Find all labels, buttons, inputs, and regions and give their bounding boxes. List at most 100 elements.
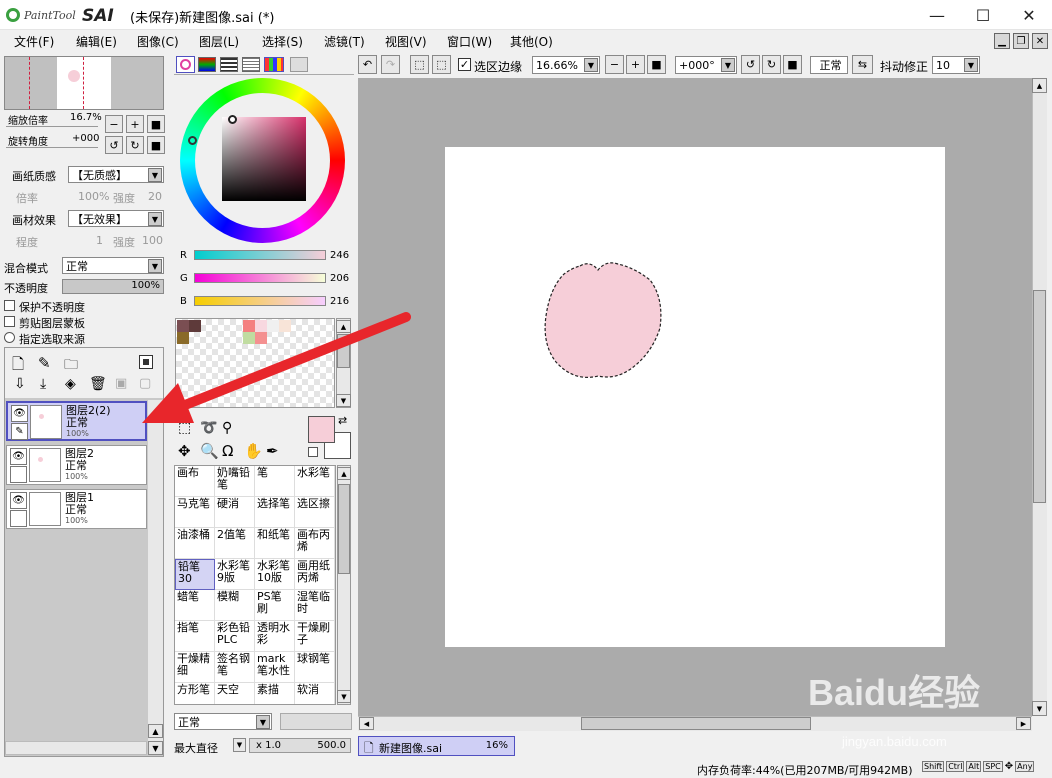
redo-icon[interactable]: ↷	[381, 55, 400, 74]
edit-toggle-icon[interactable]	[10, 510, 27, 527]
menu-filter[interactable]: 滤镜(T)	[324, 33, 365, 50]
rotate-right-icon[interactable]: ↻	[126, 136, 144, 154]
canvas-vscroll-thumb[interactable]	[1033, 290, 1046, 503]
scroll-up-icon[interactable]: ▲	[148, 724, 163, 738]
brush-mode-select[interactable]: 正常 ▼	[174, 713, 272, 730]
brush-tool[interactable]: 球钢笔	[295, 652, 335, 683]
brush-tool[interactable]: 铅笔30	[175, 559, 215, 590]
brush-tool[interactable]: 画布丙烯	[295, 528, 335, 559]
deselect-icon[interactable]: ⬚	[410, 55, 429, 74]
saturation-value-box[interactable]	[222, 117, 306, 201]
zoom-icon[interactable]: 🔍	[200, 442, 219, 460]
brush-tool[interactable]: 油漆桶	[175, 528, 215, 559]
undo-icon[interactable]: ↶	[358, 55, 377, 74]
brush-tool[interactable]: 水彩笔10版	[255, 559, 295, 590]
brush-tool[interactable]: 选区擦	[295, 497, 335, 528]
canvas-paper[interactable]	[445, 147, 945, 647]
clear-layer-icon[interactable]: ◈	[65, 376, 76, 392]
new-folder-icon[interactable]: 🗀	[64, 354, 78, 378]
layer-item[interactable]: 👁 图层1 正常 100%	[6, 489, 147, 529]
reset-colors-icon[interactable]	[308, 447, 318, 457]
stabilizer-select[interactable]: 10 ▼	[932, 56, 980, 74]
minimize-button[interactable]: —	[914, 0, 960, 30]
scratchpad-tab[interactable]	[290, 57, 308, 72]
canvas-mode-button[interactable]: 正常	[810, 56, 848, 74]
layer-item[interactable]: 👁 图层2 正常 100%	[6, 445, 147, 485]
scroll-down-icon[interactable]: ▼	[337, 690, 351, 703]
layer-item-selected[interactable]: 👁 ✎ 图层2(2) 正常 100%	[6, 401, 147, 441]
navigator-preview[interactable]	[4, 56, 164, 110]
paper-texture-select[interactable]: 【无质感】 ▼	[68, 166, 164, 183]
protect-opacity-checkbox[interactable]	[4, 300, 15, 311]
transfer-down-icon[interactable]: ⇩	[14, 376, 26, 392]
canvas-zoom-select[interactable]: 16.66% ▼	[532, 56, 600, 74]
mdi-close-icon[interactable]: ✕	[1032, 33, 1048, 49]
selection-source-radio[interactable]	[4, 332, 15, 343]
brush-tool[interactable]: 方形笔	[175, 683, 215, 704]
g-slider[interactable]	[194, 273, 326, 283]
effect-select[interactable]: 【无效果】 ▼	[68, 210, 164, 227]
selection-edge-checkbox[interactable]: ✓	[458, 58, 471, 71]
document-tab[interactable]: 🗋 新建图像.sai 16%	[358, 736, 515, 756]
mdi-minimize-icon[interactable]: ▁	[994, 33, 1010, 49]
merge-down-icon[interactable]: ⤓	[40, 376, 46, 392]
new-vector-layer-icon[interactable]: ✎	[38, 354, 51, 372]
hand-icon[interactable]: ✋	[244, 442, 263, 460]
rotate-slider[interactable]	[6, 147, 98, 148]
zoom-out-icon[interactable]: −	[105, 115, 123, 133]
layer-scrollbar[interactable]	[148, 400, 163, 755]
layer-hscroll[interactable]	[5, 741, 147, 755]
brush-tool[interactable]: 模糊	[215, 590, 255, 621]
canvas-rotate-right-icon[interactable]: ↻	[762, 55, 781, 74]
visibility-eye-icon[interactable]: 👁	[11, 405, 28, 422]
clip-mask-checkbox[interactable]	[4, 316, 15, 327]
zoom-in-icon[interactable]: +	[126, 115, 144, 133]
zoom-slider[interactable]	[6, 126, 98, 127]
canvas-rotate-left-icon[interactable]: ↺	[741, 55, 760, 74]
brush-tool[interactable]: 素描	[255, 683, 295, 704]
mdi-restore-icon[interactable]: ❐	[1013, 33, 1029, 49]
brush-tool[interactable]: 和纸笔	[255, 528, 295, 559]
brush-tool[interactable]: 蜡笔	[175, 590, 215, 621]
rotate-reset-icon[interactable]: ■	[147, 136, 165, 154]
flip-horizontal-icon[interactable]: ⇆	[852, 55, 873, 74]
mixer-tab[interactable]	[242, 57, 260, 72]
brush-tool[interactable]: 天空	[215, 683, 255, 704]
brush-tool[interactable]: 软消	[295, 683, 335, 704]
pink-selection-shape[interactable]	[540, 258, 670, 383]
menu-view[interactable]: 视图(V)	[385, 33, 427, 50]
brush-tool[interactable]: 干燥刷子	[295, 621, 335, 652]
brush-tool[interactable]: 画布	[175, 466, 215, 497]
brush-tool[interactable]: 签名钢笔	[215, 652, 255, 683]
maximize-button[interactable]: ☐	[960, 0, 1006, 30]
scroll-down-icon[interactable]: ▼	[1032, 701, 1047, 716]
canvas-rotate-reset-icon[interactable]: ■	[783, 55, 802, 74]
brush-tool[interactable]: 奶嘴铅笔	[215, 466, 255, 497]
edit-toggle-icon[interactable]	[10, 466, 27, 483]
brush-tool[interactable]: 透明水彩	[255, 621, 295, 652]
brush-tool[interactable]: 马克笔	[175, 497, 215, 528]
menu-file[interactable]: 文件(F)	[14, 33, 54, 50]
swatch-tab[interactable]	[264, 57, 284, 72]
menu-window[interactable]: 窗口(W)	[447, 33, 492, 50]
hsv-slider-tab[interactable]	[220, 57, 238, 72]
brush-tool[interactable]: 湿笔临时	[295, 590, 335, 621]
canvas-zoom-in-icon[interactable]: +	[626, 55, 645, 74]
menu-select[interactable]: 选择(S)	[262, 33, 303, 50]
brush-tool[interactable]: 2值笔	[215, 528, 255, 559]
tool-scroll-thumb[interactable]	[338, 484, 350, 574]
canvas-angle-select[interactable]: +000° ▼	[675, 56, 737, 74]
r-slider[interactable]	[194, 250, 326, 260]
brush-tool[interactable]: 干燥精细	[175, 652, 215, 683]
scroll-up-icon[interactable]: ▲	[1032, 78, 1047, 93]
brush-tool[interactable]: 画用纸丙烯	[295, 559, 335, 590]
brush-tool[interactable]: 彩色铅PLC	[215, 621, 255, 652]
scroll-left-icon[interactable]: ◀	[359, 717, 374, 730]
brush-tool[interactable]: 水彩笔9版	[215, 559, 255, 590]
color-picker-cursor[interactable]	[228, 115, 237, 124]
brush-tool[interactable]: 水彩笔	[295, 466, 335, 497]
canvas-zoom-reset-icon[interactable]: ■	[647, 55, 666, 74]
rotate-tool-icon[interactable]: Ω	[222, 442, 233, 460]
hue-cursor[interactable]	[188, 136, 197, 145]
pencil-edit-icon[interactable]: ✎	[11, 423, 28, 440]
